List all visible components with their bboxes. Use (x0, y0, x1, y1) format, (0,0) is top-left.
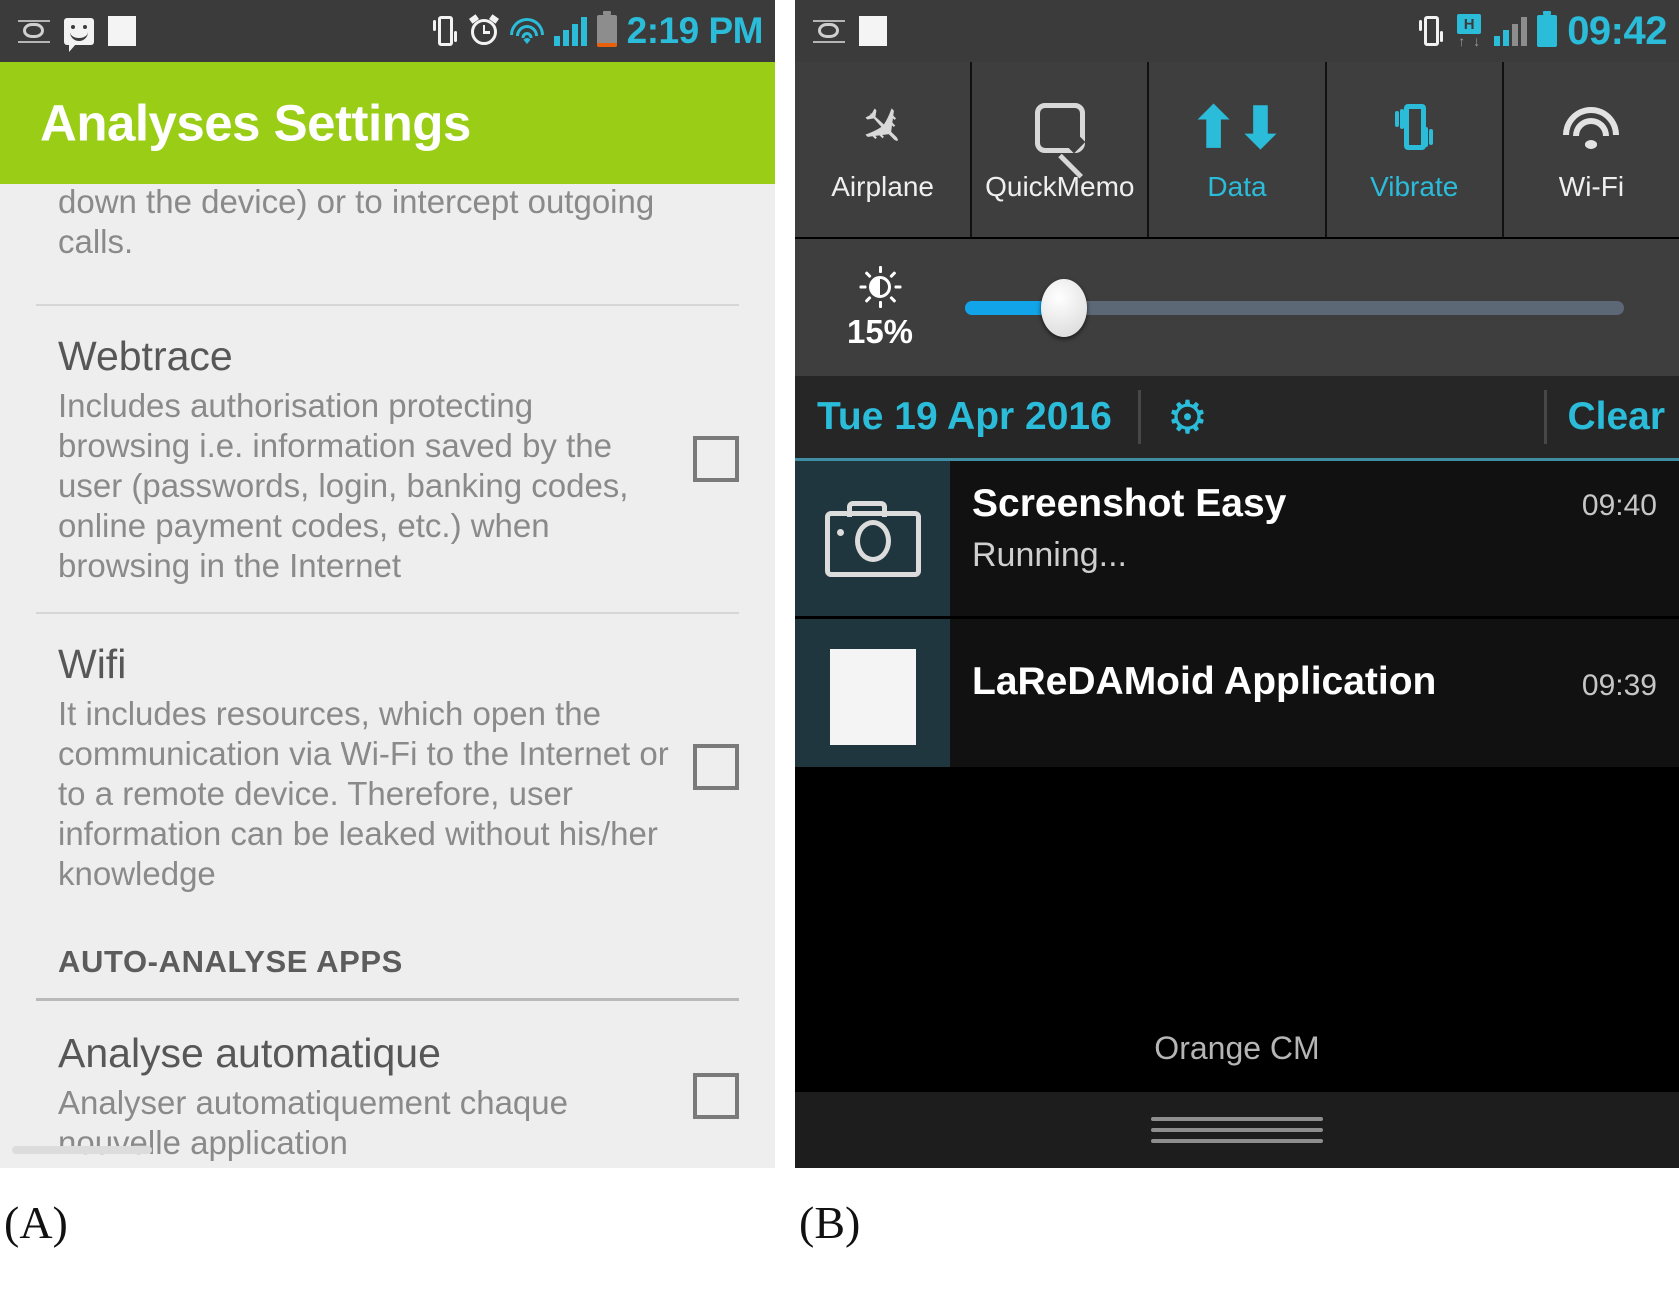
brightness-slider[interactable] (965, 278, 1624, 337)
quick-toggle-airplane[interactable]: ✈ Airplane (795, 62, 973, 237)
status-bar-clock: 09:42 (1567, 8, 1667, 53)
list-item-clipped[interactable]: modify the phone state (such as to shut … (0, 184, 775, 300)
figure-container: 2:19 PM Analyses Settings modify the pho… (0, 0, 1679, 1297)
page-title: Analyses Settings (40, 94, 471, 152)
hspa-data-icon: H ↑ ↓ (1457, 14, 1482, 49)
gear-icon[interactable]: ⚙ (1167, 394, 1211, 440)
wifi-title: Wifi (58, 640, 127, 687)
clear-notifications-button[interactable]: Clear (1567, 395, 1679, 439)
notification-subtitle: Running... (972, 535, 1127, 574)
drag-handle-lines (1151, 1110, 1323, 1150)
brightness-percent: 15% (846, 312, 914, 350)
status-bar-b-left-icons (795, 16, 887, 46)
notification-item-laredamoid[interactable]: LaReDAMoid Application 09:39 (795, 616, 1679, 774)
quick-toggle-quickmemo[interactable]: QuickMemo (972, 62, 1150, 237)
figure-label-a: (A) (4, 1197, 68, 1248)
vibrate-icon (1395, 97, 1434, 159)
quick-toggle-airplane-label: Airplane (831, 170, 934, 202)
wifi-icon (1563, 97, 1620, 159)
webtrace-title: Webtrace (58, 333, 233, 379)
webtrace-checkbox[interactable] (693, 435, 739, 482)
status-bar-b-right-icons: H ↑ ↓ 09:42 (1418, 9, 1679, 54)
battery-icon (596, 11, 617, 47)
notification-title: LaReDAMoid Application (972, 660, 1437, 703)
notification-time: 09:40 (1581, 489, 1657, 522)
header-divider (1137, 390, 1141, 444)
signal-icon (553, 16, 587, 46)
analyse-automatique-checkbox[interactable] (693, 1073, 739, 1120)
notification-body: Screenshot Easy Running... 09:40 (950, 461, 1679, 597)
notification-icon-cell (795, 619, 950, 774)
quick-toggle-vibrate-label: Vibrate (1370, 170, 1459, 202)
list-item-webtrace[interactable]: Webtrace Includes authorisation protecti… (0, 306, 775, 612)
quickmemo-icon (1034, 97, 1085, 159)
quick-toggle-row: ✈ Airplane QuickMemo ⬆⬇ Data Vibrate Wi-… (795, 62, 1679, 237)
shield-warning-icon (829, 648, 916, 745)
status-bar-clock: 2:19 PM (626, 10, 764, 51)
notification-title: Screenshot Easy (972, 482, 1287, 525)
camera-icon (824, 500, 921, 577)
status-bar-b: H ↑ ↓ 09:42 (795, 0, 1679, 62)
quick-toggle-vibrate[interactable]: Vibrate (1326, 62, 1504, 237)
panel-a-analyses-settings: 2:19 PM Analyses Settings modify the pho… (0, 0, 775, 1168)
clipped-description: modify the phone state (such as to shut … (58, 184, 655, 260)
signal-icon (1494, 16, 1528, 46)
notification-drag-handle[interactable] (795, 1092, 1679, 1168)
scroll-indicator[interactable] (12, 1146, 152, 1154)
action-bar-a: Analyses Settings (0, 62, 775, 184)
notification-texts: LaReDAMoid Application (972, 660, 1570, 704)
wifi-icon (509, 18, 544, 44)
status-bar-a-left-icons (0, 16, 136, 52)
airplane-icon: ✈ (845, 90, 920, 165)
screenshot-icon (18, 17, 50, 45)
list-item-analyse-automatique[interactable]: Analyse automatique Analyser automatique… (0, 1001, 775, 1163)
notification-texts: Screenshot Easy Running... (972, 482, 1570, 575)
notification-time: 09:39 (1581, 669, 1657, 702)
quick-toggle-data[interactable]: ⬆⬇ Data (1149, 62, 1327, 237)
wifi-text: Wifi It includes resources, which open t… (58, 640, 693, 894)
data-arrows-icon: ⬆⬇ (1190, 95, 1284, 159)
panel-b-notification-shade: H↑↓ 09:42 ✈ Airplane QuickMemo ⬆⬇ Data (795, 0, 1679, 1168)
vibrate-icon (432, 14, 458, 48)
webtrace-description: Includes authorisation protecting browsi… (58, 387, 629, 585)
brightness-left: 15% (795, 265, 965, 351)
wifi-checkbox[interactable] (693, 743, 739, 790)
notification-icon-cell (795, 461, 950, 616)
brightness-sun-icon (858, 265, 902, 309)
notification-date: Tue 19 Apr 2016 (817, 395, 1112, 438)
status-bar-a: 2:19 PM (0, 0, 775, 62)
notification-body: LaReDAMoid Application 09:39 (950, 619, 1679, 726)
list-item-wifi[interactable]: Wifi It includes resources, which open t… (0, 614, 775, 914)
status-bar-a-right-icons: 2:19 PM (432, 10, 775, 52)
screenshot-icon (813, 17, 845, 45)
notification-item-screenshot-easy[interactable]: Screenshot Easy Running... 09:40 (795, 458, 1679, 616)
clipped-text-block: modify the phone state (such as to shut … (58, 184, 739, 262)
webtrace-text: Webtrace Includes authorisation protecti… (58, 332, 693, 586)
alarm-icon (468, 14, 500, 47)
message-smiley-icon (64, 17, 94, 52)
brightness-row: 15% (795, 239, 1679, 376)
settings-list[interactable]: modify the phone state (such as to shut … (0, 184, 775, 1168)
figure-label-b: (B) (799, 1197, 861, 1248)
analyse-automatique-text: Analyse automatique Analyser automatique… (58, 1029, 693, 1163)
shield-warning-icon (108, 16, 136, 46)
quick-toggle-quickmemo-label: QuickMemo (985, 170, 1135, 202)
carrier-label: Orange CM (1154, 1030, 1320, 1066)
section-header-auto-analyse: AUTO-ANALYSE APPS (58, 943, 403, 979)
notification-header-row: Tue 19 Apr 2016 ⚙ Clear (795, 376, 1679, 458)
header-divider (1544, 390, 1548, 444)
wifi-description: It includes resources, which open the co… (58, 695, 669, 893)
brightness-slider-knob[interactable] (1040, 278, 1087, 337)
notification-list: Screenshot Easy Running... 09:40 LaReDAM… (795, 458, 1679, 774)
battery-icon (1537, 11, 1558, 47)
vibrate-icon (1418, 14, 1444, 48)
quick-toggle-wifi-label: Wi-Fi (1558, 170, 1625, 202)
quick-toggle-data-label: Data (1207, 170, 1267, 202)
analyse-automatique-title: Analyse automatique (58, 1029, 441, 1076)
shield-warning-icon (859, 16, 887, 46)
quick-toggle-wifi[interactable]: Wi-Fi (1503, 62, 1679, 237)
